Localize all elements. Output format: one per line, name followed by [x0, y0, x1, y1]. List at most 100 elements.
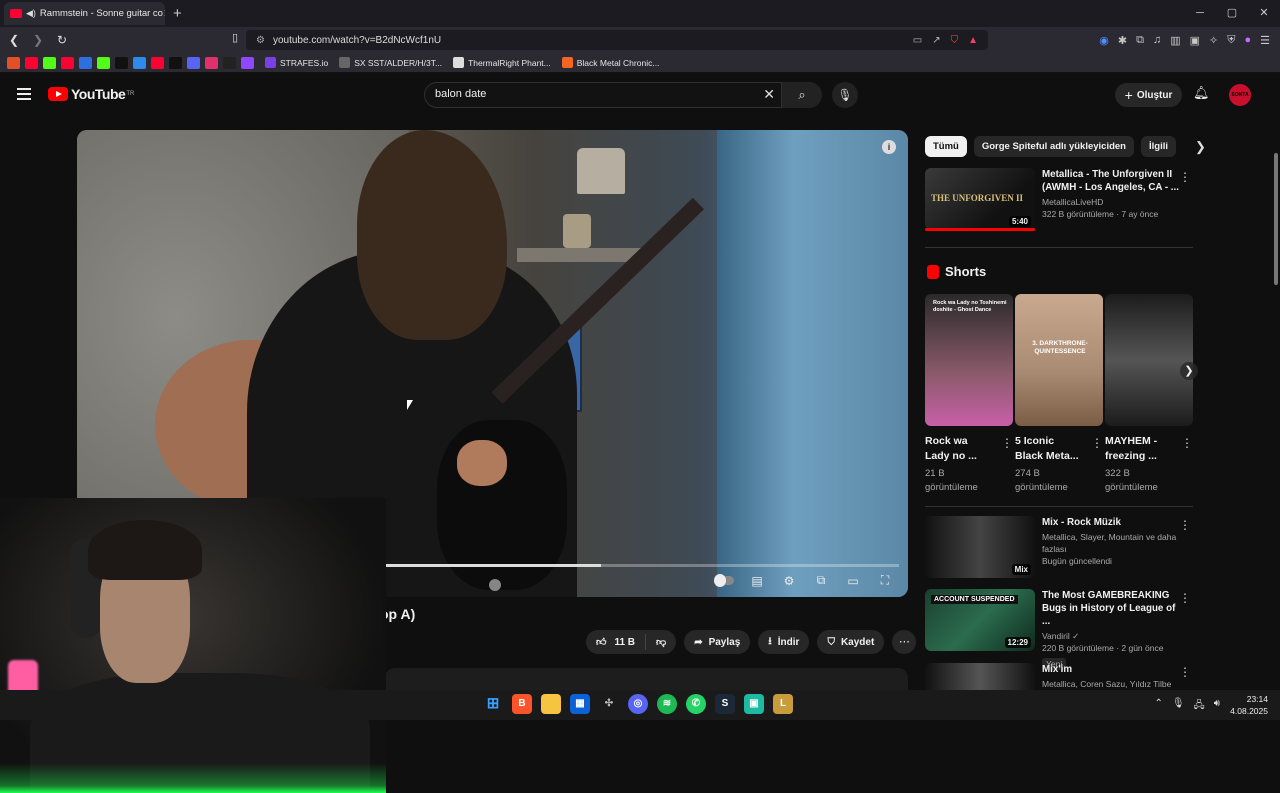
tab-youtube[interactable]: ◀) Rammstein - Sonne guitar co ✕ — [4, 2, 165, 25]
share-button[interactable]: ➦ Paylaş — [684, 630, 751, 654]
short-item[interactable]: MAYHEM - freezing ... 322 B görüntüleme … — [1105, 294, 1193, 495]
bookmark-icon-gecko[interactable] — [97, 56, 110, 69]
voice-search-icon[interactable]: 🎙 — [832, 82, 858, 108]
video-thumbnail[interactable]: ACCOUNT SUSPENDED 12:29 — [925, 589, 1035, 651]
more-options-icon[interactable]: ⋮ — [1181, 436, 1193, 450]
video-title[interactable]: Mix - Rock Müzik — [1042, 516, 1182, 529]
like-button[interactable]: 👍︎ 11 B — [586, 634, 647, 650]
more-actions-icon[interactable]: ⋯ — [892, 630, 917, 654]
brave-shield-icon[interactable]: ⛉ — [951, 35, 959, 46]
whatsapp-icon[interactable]: ✆ — [686, 694, 706, 714]
new-tab-button[interactable]: + — [173, 5, 182, 22]
minimize-button[interactable]: ─ — [1184, 0, 1216, 27]
brave-browser-icon[interactable]: B — [512, 694, 532, 714]
translate-icon[interactable]: ◉ — [1099, 34, 1109, 47]
bookmark-page-icon[interactable]: ▯ — [225, 31, 245, 44]
share-icon[interactable]: ↗ — [932, 35, 940, 46]
bookmark-icon-discord[interactable] — [187, 56, 200, 69]
video-title[interactable]: Mix'im — [1042, 663, 1182, 676]
bookmark-icon-twitch[interactable] — [241, 56, 254, 69]
screenshot-icon[interactable]: ⧉ — [1136, 34, 1144, 47]
bookmark-thermalright[interactable]: ThermalRight Phant... — [453, 57, 551, 68]
avatar[interactable]: SONTA — [1229, 84, 1251, 106]
settings-app-icon[interactable]: ✣ — [599, 694, 619, 714]
shorts-next-icon[interactable]: ❯ — [1180, 362, 1198, 380]
site-settings-icon[interactable]: ⚙ — [256, 35, 265, 46]
video-title[interactable]: Metallica - The Unforgiven II (AWMH - Lo… — [1042, 168, 1182, 194]
channel-name[interactable]: MetallicaLiveHD — [1042, 196, 1182, 208]
address-bar[interactable]: ⚙ youtube.com/watch?v=B2dNcWcf1nU ▭ ↗ ⛉ … — [246, 30, 988, 50]
taskbar-clock[interactable]: 23:14 4.08.2025 — [1230, 693, 1268, 717]
network-icon[interactable]: 🖧︎ — [1194, 698, 1205, 715]
tray-expand-icon[interactable]: ⌃ — [1154, 698, 1162, 715]
short-item[interactable]: 3. DARKTHRONE- QUINTESSENCE 5 Iconic Bla… — [1015, 294, 1103, 495]
spotify-icon[interactable]: ≋ — [657, 694, 677, 714]
short-thumbnail[interactable] — [1105, 294, 1193, 426]
file-explorer-icon[interactable] — [541, 694, 561, 714]
microphone-icon[interactable]: 🎙︎ — [1172, 698, 1185, 715]
more-options-icon[interactable]: ⋮ — [1179, 518, 1191, 532]
brave-rewards-icon[interactable]: ▲ — [968, 35, 978, 46]
short-thumbnail[interactable]: Rock wa Lady no Toshinemi doshite - Ghos… — [925, 294, 1013, 426]
extensions-icon[interactable]: ✱ — [1118, 34, 1127, 47]
bookmark-icon-youtube2[interactable] — [61, 56, 74, 69]
menu-icon[interactable]: ☰ — [1260, 34, 1270, 47]
more-options-icon[interactable]: ⋮ — [1179, 170, 1191, 184]
bookmark-strafes[interactable]: STRAFES.io — [265, 57, 328, 68]
video-thumbnail[interactable] — [925, 663, 1035, 690]
cast-icon[interactable]: ▭ — [913, 35, 922, 46]
reload-icon[interactable]: ↻ — [52, 33, 72, 47]
video-thumbnail[interactable]: Mix — [925, 516, 1035, 578]
bookmark-icon-x[interactable] — [169, 56, 182, 69]
bookmark-icon-kr[interactable] — [223, 56, 236, 69]
hamburger-menu-icon[interactable] — [17, 88, 31, 103]
channel-name[interactable]: Metallica, Coren Sazu, Yıldız Tilbe ve d… — [1042, 678, 1182, 690]
steam-icon[interactable]: S — [715, 694, 735, 714]
search-input[interactable]: balon date ✕ — [424, 82, 782, 108]
more-options-icon[interactable]: ⋮ — [1001, 436, 1013, 450]
bookmark-icon-kick[interactable] — [43, 56, 56, 69]
bookmark-icon-youtube[interactable] — [25, 56, 38, 69]
audio-playing-icon[interactable]: ◀) — [26, 8, 36, 19]
short-thumbnail[interactable]: 3. DARKTHRONE- QUINTESSENCE — [1015, 294, 1103, 426]
autoplay-toggle[interactable] — [714, 573, 734, 588]
notifications-bell-icon[interactable]: 🔔︎ — [1193, 85, 1210, 101]
chip-related[interactable]: İlgili — [1140, 136, 1176, 157]
search-button[interactable]: ⌕ — [782, 82, 822, 108]
volume-icon[interactable]: 🔊︎ — [1214, 698, 1220, 715]
create-button[interactable]: + Oluştur — [1115, 83, 1182, 107]
chip-all[interactable]: Tümü — [925, 136, 967, 157]
more-options-icon[interactable]: ⋮ — [1179, 665, 1191, 679]
short-item[interactable]: Rock wa Lady no Toshinemi doshite - Ghos… — [925, 294, 1013, 495]
bookmark-icon-sync[interactable] — [79, 56, 92, 69]
settings-gear-icon[interactable]: ⚙ — [780, 574, 798, 588]
channel-name[interactable]: Metallica, Slayer, Mountain ve daha fazl… — [1042, 531, 1182, 555]
more-options-icon[interactable]: ⋮ — [1179, 591, 1191, 605]
store-icon[interactable]: ▦ — [570, 694, 590, 714]
music-icon[interactable]: ♫ — [1153, 34, 1161, 46]
recommended-video[interactable]: THE UNFORGIVEN II 5:40 Metallica - The U… — [925, 168, 1193, 230]
discord-icon[interactable]: ◎ — [628, 694, 648, 714]
sidebar-icon[interactable]: ▥ — [1170, 34, 1180, 47]
fullscreen-icon[interactable]: ⛶ — [876, 573, 894, 588]
bookmark-icon-l[interactable] — [133, 56, 146, 69]
windows-start-icon[interactable]: ⊞ — [483, 694, 503, 714]
subtitles-icon[interactable]: ▤ — [748, 574, 766, 588]
recommended-video[interactable]: ACCOUNT SUSPENDED 12:29 The Most GAMEBRE… — [925, 589, 1193, 672]
profile-icon[interactable]: ● — [1244, 34, 1251, 46]
close-window-button[interactable]: ✕ — [1248, 0, 1280, 27]
youtube-logo[interactable]: YouTube TR — [48, 86, 134, 102]
back-arrow-icon[interactable]: ❮ — [4, 33, 24, 47]
miniplayer-icon[interactable]: ⧉ — [812, 573, 830, 588]
more-options-icon[interactable]: ⋮ — [1091, 436, 1103, 450]
forward-arrow-icon[interactable]: ❯ — [28, 33, 48, 47]
restore-button[interactable]: ▢ — [1216, 0, 1248, 27]
chip-uploader[interactable]: Gorge Spiteful adlı yükleyiciden — [973, 136, 1134, 157]
bookmark-icon-tiktok[interactable] — [115, 56, 128, 69]
bookmark-sx-sst[interactable]: SX SST/ALDER/H/3T... — [339, 57, 442, 68]
leo-icon[interactable]: ✧ — [1209, 34, 1218, 47]
progress-bar[interactable] — [385, 564, 899, 567]
info-icon[interactable]: i — [882, 140, 896, 154]
vpn-icon[interactable]: ⛨ — [1227, 34, 1235, 47]
bookmark-icon-youtube3[interactable] — [151, 56, 164, 69]
